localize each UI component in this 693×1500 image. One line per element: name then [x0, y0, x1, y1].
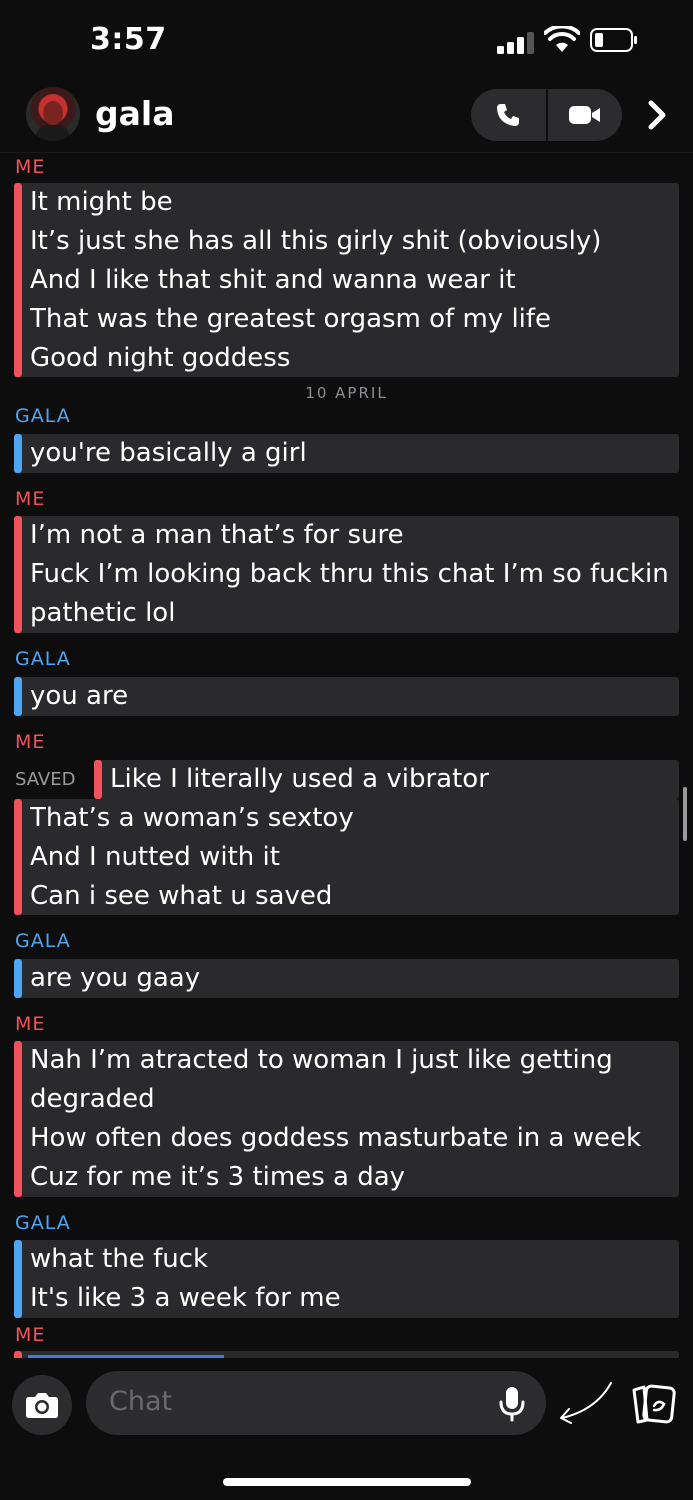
- message-text: Nah I’m atracted to woman I just like ge…: [30, 1045, 613, 1075]
- sender-bar: [14, 516, 22, 633]
- message-text: you're basically a girl: [30, 438, 307, 468]
- arrow-annotation-icon: [560, 1382, 612, 1424]
- microphone-icon[interactable]: [498, 1386, 526, 1422]
- message-text: That’s a woman’s sextoy: [30, 803, 354, 833]
- sender-label-me: ME: [15, 156, 46, 178]
- sender-bar: [14, 1351, 22, 1358]
- message-text: Can i see what u saved: [30, 881, 333, 911]
- message-bubble[interactable]: are you gaay: [14, 959, 679, 998]
- camera-icon: [26, 1393, 58, 1418]
- message-bubble[interactable]: Nah I’m atracted to woman I just like ge…: [14, 1041, 679, 1197]
- message-text: It's like 3 a week for me: [30, 1283, 341, 1313]
- sender-bar: [14, 1041, 22, 1197]
- chat-input-placeholder: Chat: [109, 1386, 173, 1417]
- home-indicator[interactable]: [223, 1478, 471, 1486]
- status-time: 3:57: [90, 22, 167, 57]
- message-bubble[interactable]: [14, 1351, 679, 1358]
- camera-button[interactable]: [12, 1375, 72, 1435]
- date-separator: 10 APRIL: [305, 384, 388, 402]
- call-button-group: [471, 89, 622, 141]
- message-text: It’s just she has all this girly shit (o…: [30, 226, 602, 256]
- message-text: And I like that shit and wanna wear it: [30, 265, 516, 295]
- sender-bar: [14, 183, 22, 377]
- message-text: degraded: [30, 1084, 155, 1114]
- message-text: you are: [30, 681, 129, 711]
- phone-icon: [497, 104, 519, 126]
- wifi-icon: [544, 26, 580, 52]
- message-text: pathetic lol: [30, 598, 176, 628]
- message-bubble[interactable]: I’m not a man that’s for sure Fuck I’m l…: [14, 516, 679, 633]
- sender-label-gala: GALA: [15, 1212, 71, 1234]
- message-text: It might be: [30, 187, 173, 217]
- message-text: How often does goddess masturbate in a w…: [30, 1123, 642, 1153]
- sender-bar: [94, 760, 102, 799]
- avatar[interactable]: [26, 87, 80, 141]
- battery-icon: [590, 28, 637, 52]
- avatar-face: [43, 101, 63, 125]
- sender-label-me: ME: [15, 1324, 46, 1346]
- saved-message-bubble[interactable]: Like I literally used a vibrator: [94, 760, 679, 799]
- saved-label: SAVED: [15, 769, 76, 790]
- message-text: I’m not a man that’s for sure: [30, 520, 404, 550]
- voice-call-button[interactable]: [471, 89, 545, 141]
- sender-label-gala: GALA: [15, 405, 71, 427]
- sender-bar: [14, 799, 22, 915]
- message-bubble[interactable]: It might be It’s just she has all this g…: [14, 183, 679, 377]
- message-text: what the fuck: [30, 1244, 209, 1274]
- sender-label-me: ME: [15, 488, 46, 510]
- message-bubble[interactable]: what the fuck It's like 3 a week for me: [14, 1240, 679, 1318]
- status-bar: 3:57: [0, 0, 693, 80]
- message-bubble[interactable]: you're basically a girl: [14, 434, 679, 473]
- chevron-right-icon[interactable]: [640, 96, 674, 134]
- sender-label-gala: GALA: [15, 648, 71, 670]
- sender-label-me: ME: [15, 1013, 46, 1035]
- message-bubble[interactable]: That’s a woman’s sextoy And I nutted wit…: [14, 799, 679, 915]
- signal-icon: [497, 32, 534, 54]
- contact-name[interactable]: gala: [95, 94, 174, 133]
- sender-bar: [14, 434, 22, 473]
- scrollbar[interactable]: [683, 787, 687, 841]
- cards-icon[interactable]: [630, 1384, 676, 1424]
- sender-bar: [14, 677, 22, 716]
- message-text: are you gaay: [30, 963, 201, 993]
- avatar-body: [36, 125, 70, 141]
- video-camera-icon: [569, 106, 600, 124]
- message-text: That was the greatest orgasm of my life: [30, 304, 552, 334]
- sender-bar: [14, 959, 22, 998]
- message-text: Fuck I’m looking back thru this chat I’m…: [30, 559, 669, 589]
- message-text: And I nutted with it: [30, 842, 280, 872]
- video-call-button[interactable]: [548, 89, 622, 141]
- sender-bar: [14, 1240, 22, 1318]
- sender-label-gala: GALA: [15, 930, 71, 952]
- message-text: Like I literally used a vibrator: [110, 764, 489, 794]
- message-text: Good night goddess: [30, 343, 291, 373]
- message-bubble[interactable]: you are: [14, 677, 679, 716]
- message-text: Cuz for me it’s 3 times a day: [30, 1162, 406, 1192]
- sender-label-me: ME: [15, 731, 46, 753]
- chat-messages[interactable]: ME It might be It’s just she has all thi…: [0, 153, 693, 1358]
